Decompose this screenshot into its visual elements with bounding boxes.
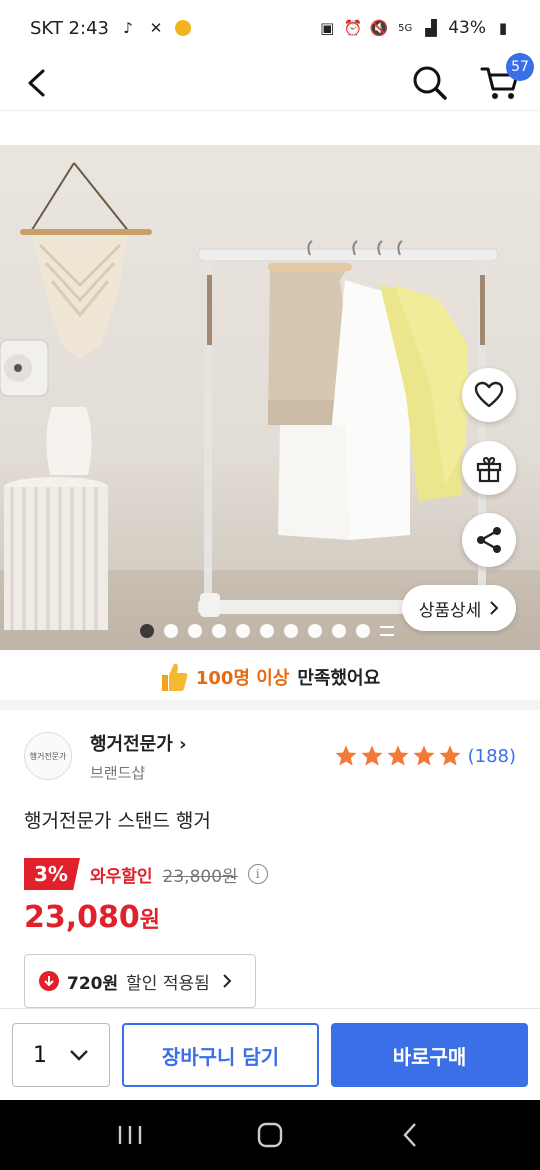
sale-price-value: 23,080 — [24, 900, 140, 935]
more-pages-icon — [380, 626, 394, 636]
coupon-text: 할인 적용됨 — [126, 973, 210, 994]
back-icon — [403, 1123, 416, 1147]
star-icon — [387, 745, 409, 766]
gift-button[interactable] — [462, 441, 516, 495]
star-icon — [335, 745, 357, 766]
page-dot[interactable] — [260, 624, 274, 638]
x-app-icon: ✕ — [149, 19, 163, 37]
seller-logo[interactable]: 행거전문가 — [24, 732, 72, 780]
chevron-right-icon — [223, 974, 232, 988]
home-icon — [257, 1122, 283, 1148]
section-divider — [0, 700, 540, 710]
star-icon — [413, 745, 435, 766]
discount-badge: 3% — [24, 858, 80, 890]
review-count: (188) — [467, 745, 516, 767]
star-icon — [361, 745, 383, 766]
product-title: 행거전문가 스탠드 행거 — [24, 810, 211, 832]
page-dot[interactable] — [188, 624, 202, 638]
wishlist-button[interactable] — [462, 368, 516, 422]
chevron-down-icon — [70, 1050, 88, 1061]
page-dot[interactable] — [332, 624, 346, 638]
satisfaction-text: 만족했어요 — [297, 668, 381, 689]
carrier-time: SKT 2:43 — [30, 17, 109, 39]
gallery-page-indicator — [140, 624, 394, 638]
music-note-icon: ♪ — [123, 19, 133, 37]
recent-apps-icon — [118, 1126, 142, 1144]
price-row: 3% 와우할인 23,800원 i — [24, 858, 268, 890]
cart-button[interactable]: 57 — [480, 53, 534, 103]
product-detail-label: 상품상세 — [418, 600, 482, 621]
header-divider — [0, 110, 540, 111]
back-button[interactable] — [16, 63, 56, 103]
product-photo — [0, 162, 499, 630]
info-icon[interactable]: i — [247, 864, 268, 884]
gift-icon — [476, 456, 502, 483]
page-dot[interactable] — [308, 624, 322, 638]
quantity-select[interactable]: 1 — [12, 1023, 110, 1087]
system-navigation-bar — [0, 1100, 540, 1170]
satisfaction-banner: 100명 이상 만족했어요 — [0, 655, 540, 699]
satisfaction-count: 100명 이상 — [195, 668, 290, 689]
coupon-amount: 720원 — [67, 973, 119, 994]
quantity-value: 1 — [33, 1042, 47, 1068]
original-price: 23,800원 — [162, 866, 238, 887]
alarm-icon: ⏰ — [343, 19, 363, 37]
status-bar: SKT 2:43 ♪ ✕ ▣ ⏰ 🔇 5G ▟ 43% ▮ — [0, 0, 540, 56]
recent-apps-button[interactable] — [100, 1110, 160, 1160]
page-dot[interactable] — [284, 624, 298, 638]
search-button[interactable] — [410, 63, 450, 103]
home-button[interactable] — [240, 1110, 300, 1160]
seller-type: 브랜드샵 — [90, 763, 146, 782]
sale-price-unit: 원 — [139, 908, 161, 933]
page-dot[interactable] — [212, 624, 226, 638]
chevron-left-icon — [28, 69, 45, 97]
network-5g-icon: 5G — [398, 22, 413, 34]
thumbs-up-icon — [161, 663, 188, 691]
cart-count-badge: 57 — [506, 53, 534, 81]
battery-saver-icon: ▣ — [320, 19, 335, 37]
coin-icon — [174, 20, 191, 36]
coupon-discount-button[interactable]: 720원 할인 적용됨 — [24, 954, 256, 1008]
page-dot[interactable] — [140, 624, 154, 638]
add-to-cart-button[interactable]: 장바구니 담기 — [122, 1023, 319, 1087]
battery-percent: 43% — [448, 18, 486, 38]
mute-icon: 🔇 — [369, 19, 389, 37]
discount-arrow-icon — [39, 971, 59, 991]
seller-name: 행거전문가 — [90, 733, 173, 755]
seller-name-link[interactable]: 행거전문가 › — [90, 730, 187, 756]
star-icon — [439, 745, 461, 766]
share-icon — [477, 527, 501, 553]
system-back-button[interactable] — [380, 1110, 440, 1160]
seller-row: 행거전문가 행거전문가 › 브랜드샵 (188) — [24, 728, 516, 784]
page-dot[interactable] — [164, 624, 178, 638]
heart-icon — [474, 381, 504, 408]
page-dot[interactable] — [236, 624, 250, 638]
product-detail-button[interactable]: 상품상세 — [402, 585, 516, 631]
battery-icon: ▮ — [498, 19, 508, 37]
signal-icon: ▟ — [425, 19, 437, 37]
rating-summary[interactable]: (188) — [334, 744, 516, 768]
purchase-bar: 1 장바구니 담기 바로구매 — [0, 1008, 540, 1100]
share-button[interactable] — [462, 513, 516, 567]
sale-price: 23,080원 — [24, 900, 160, 935]
buy-now-button[interactable]: 바로구매 — [331, 1023, 528, 1087]
app-bar: 57 — [0, 53, 540, 110]
wow-discount-label: 와우할인 — [89, 866, 153, 887]
chevron-right-icon: › — [172, 733, 187, 755]
search-icon — [413, 66, 447, 100]
page-dot[interactable] — [356, 624, 370, 638]
chevron-right-icon — [490, 601, 499, 615]
product-image-gallery[interactable] — [0, 145, 540, 650]
